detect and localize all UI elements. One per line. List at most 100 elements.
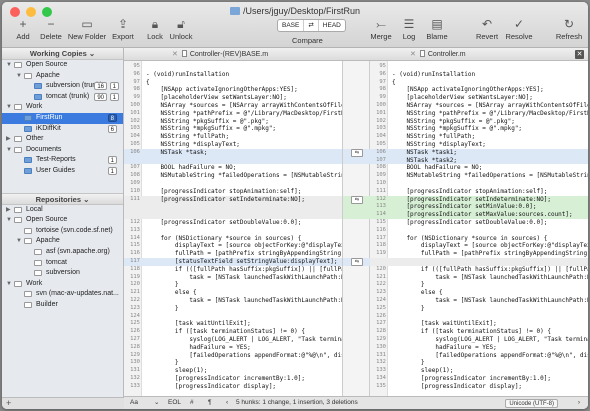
folder-icon	[14, 104, 22, 111]
line-number: 135	[376, 382, 386, 389]
disclosure-triangle-icon[interactable]: ▼	[6, 102, 12, 113]
line-number: 117	[130, 258, 140, 264]
working-file-pane[interactable]: 95 96 - (void)runInstallation 97 {98 [NSApp …	[370, 61, 588, 396]
code-line: [progressIndicator display];	[392, 382, 523, 390]
line-number: 99	[133, 94, 140, 101]
tree-item-item[interactable]: tomcat (trunk) 90 1	[2, 92, 123, 103]
export-button[interactable]: ⇪ Export	[106, 17, 140, 41]
merge-hunk-icon[interactable]: ⇆	[351, 148, 363, 157]
line-number: 97	[379, 78, 386, 85]
line-number: 100	[130, 102, 140, 108]
sidebar: Working Copies ⌄ ▼ Open Source ▼ Apache subv…	[2, 48, 124, 409]
tree-item-item[interactable]: tortoise (svn.code.sf.net)	[2, 226, 123, 237]
tree-item-item[interactable]: asf (svn.apache.org)	[2, 247, 123, 258]
code-line: [progressIndicator setMinValue:0.0];	[392, 203, 537, 211]
line-number: 118	[376, 242, 386, 249]
line-number: 109	[376, 172, 386, 179]
merge-hunk-icon[interactable]: ⇆	[351, 195, 363, 204]
repository-icon	[24, 291, 32, 298]
tree-item-item[interactable]: FirstRun 8	[2, 112, 123, 124]
tree-item-group[interactable]: ▼ Work	[2, 102, 123, 113]
tree-item-item[interactable]: tomcat	[2, 258, 123, 269]
disclosure-triangle-icon[interactable]: ▼	[16, 236, 22, 247]
code-line: [failedOperations appendFormat:@"%@\n", …	[435, 351, 588, 359]
add-item-button[interactable]: +	[6, 398, 11, 408]
disclosure-triangle-icon[interactable]: ▼	[6, 215, 12, 226]
tree-item-label: tortoise (svn.code.sf.net)	[36, 226, 113, 234]
tree-item-item[interactable]: svn (mac-av-updates.nat...	[2, 289, 123, 300]
invisibles-toggle[interactable]: ¶	[208, 397, 212, 409]
base-file-pane[interactable]: 95 96 - (void)runInstallation 97 {98 [NSApp …	[124, 61, 342, 396]
tree-item-group[interactable]: ▼ Open Source	[2, 60, 123, 71]
refresh-label: Refresh	[555, 32, 583, 41]
line-number: 131	[376, 351, 386, 358]
resolve-label: Resolve	[505, 32, 533, 41]
tree-item-item[interactable]: User Guides 1	[2, 166, 123, 177]
close-diff-icon[interactable]: ✕	[575, 50, 584, 59]
disclosure-triangle-icon[interactable]: ▼	[6, 60, 12, 71]
code-line: NSTask *task2;	[392, 156, 458, 164]
tree-item-group[interactable]: ▼ Apache	[2, 71, 123, 82]
compare-base-option[interactable]: BASE	[278, 20, 305, 31]
minus-icon: −	[47, 17, 55, 31]
code-line: NSString *mpkgSuffix = @".mpkg";	[392, 125, 523, 133]
line-number: 120	[376, 265, 386, 272]
tree-item-group[interactable]: ▼ Documents	[2, 145, 123, 156]
tab-base-label: Controller-(REV)BASE.m	[189, 51, 269, 58]
eol-toggle[interactable]: EOL	[168, 397, 181, 409]
tree-item-label: Open Source	[26, 216, 68, 224]
close-tab-icon[interactable]: ✕	[172, 51, 178, 58]
repository-icon	[24, 301, 32, 308]
disclosure-triangle-icon[interactable]: ▶	[6, 134, 11, 145]
swap-icon[interactable]: ⇄	[304, 20, 319, 31]
line-numbers-toggle[interactable]: #	[190, 397, 194, 409]
blame-button[interactable]: ▤ Blame	[420, 17, 454, 41]
tree-item-label: Test-Reports	[36, 156, 76, 164]
tree-item-group[interactable]: ▼ Open Source	[2, 215, 123, 226]
disclosure-triangle-icon[interactable]: ▼	[6, 279, 12, 290]
tree-item-item[interactable]: iKDiffKit 6	[2, 124, 123, 135]
chevron-down-icon[interactable]: ⌄	[154, 397, 159, 409]
working-copy-icon	[24, 125, 32, 132]
tab-base-file[interactable]: ✕ Controller-(REV)BASE.m	[172, 48, 268, 61]
disclosure-triangle-icon[interactable]: ▶	[6, 205, 11, 216]
encoding-selector[interactable]: Unicode (UTF-8)	[505, 399, 558, 408]
revert-icon: ↶	[481, 17, 493, 31]
line-number: 107	[130, 164, 140, 171]
new-folder-button[interactable]: ▭ New Folder	[64, 17, 110, 41]
tree-item-group[interactable]: ▼ Apache	[2, 236, 123, 247]
code-line: NSTask *task;	[146, 148, 208, 156]
disclosure-triangle-icon[interactable]: ▼	[16, 71, 22, 82]
compare-head-option[interactable]: HEAD	[319, 20, 345, 31]
next-hunk-icon[interactable]: ›	[578, 397, 580, 409]
font-toggle[interactable]: Aa	[130, 397, 138, 409]
tree-item-group[interactable]: ▶ Other	[2, 134, 123, 145]
working-copies-header[interactable]: Working Copies ⌄	[2, 48, 123, 60]
tree-item-item[interactable]: subversion (trunk) 16 1	[2, 81, 123, 92]
compare-selector[interactable]: BASE ⇄ HEAD	[277, 19, 346, 32]
line-number: 110	[130, 187, 140, 194]
export-label: Export	[112, 32, 134, 41]
repositories-header[interactable]: Repositories ⌄	[2, 192, 123, 205]
tab-working-file[interactable]: ✕ Controller.m	[410, 48, 466, 61]
previous-hunk-icon[interactable]: ‹	[226, 397, 228, 409]
tree-item-group[interactable]: ▶ Local	[2, 205, 123, 216]
line-number: 129	[376, 336, 386, 342]
tree-item-item[interactable]: subversion	[2, 268, 123, 279]
code-line: if (([fullPath hasSuffix:pkgSuffix]) || …	[392, 265, 588, 273]
close-tab-icon[interactable]: ✕	[410, 51, 416, 58]
delete-button[interactable]: − Delete	[34, 17, 68, 41]
line-number: 105	[376, 141, 386, 147]
revert-button[interactable]: ↶ Revert	[470, 17, 504, 41]
resolve-button[interactable]: ✓ Resolve	[502, 17, 536, 41]
unlock-button[interactable]: 🔓︎ Unlock	[164, 17, 198, 41]
tree-item-item[interactable]: Test-Reports 1	[2, 155, 123, 166]
refresh-button[interactable]: ↻ Refresh	[552, 17, 586, 41]
merge-hunk-icon[interactable]: ⇆	[351, 258, 363, 266]
repository-icon	[34, 259, 42, 266]
code-line: else {	[392, 289, 443, 297]
code-line: displayText = [source objectForKey:@"dis…	[392, 242, 588, 250]
tree-item-group[interactable]: ▼ Work	[2, 279, 123, 290]
disclosure-triangle-icon[interactable]: ▼	[6, 145, 12, 156]
tree-item-item[interactable]: Builder	[2, 300, 123, 311]
